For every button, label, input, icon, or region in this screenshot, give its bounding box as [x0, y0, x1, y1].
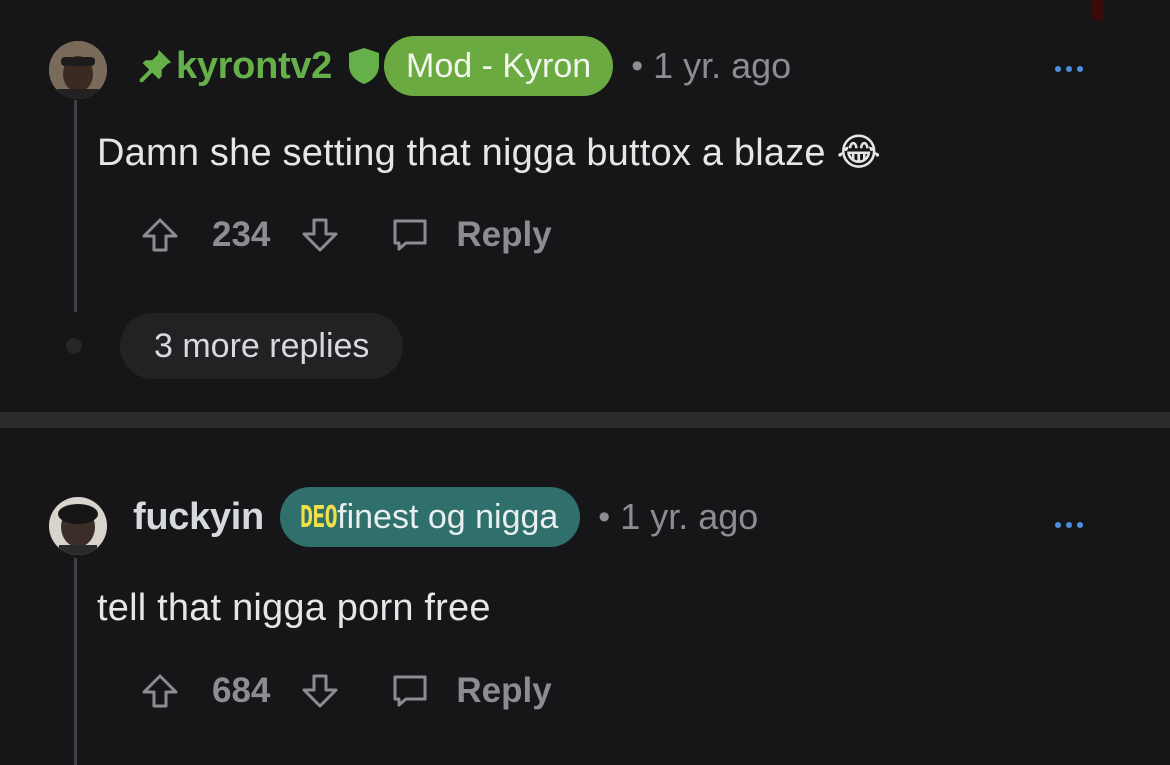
comment-header: fuckyin DEO finest og nigga • 1 yr. ago — [133, 487, 758, 547]
timestamp: 1 yr. ago — [620, 496, 759, 537]
more-replies-button[interactable]: 3 more replies — [120, 313, 404, 379]
comment-body: tell that nigga porn free — [97, 587, 491, 629]
comment-bubble-icon[interactable] — [390, 671, 430, 711]
timestamp: 1 yr. ago — [653, 45, 792, 86]
overflow-menu-icon[interactable] — [1055, 522, 1083, 528]
mod-shield-icon — [349, 48, 380, 84]
username[interactable]: fuckyin — [133, 496, 264, 539]
flair-badge: DEO — [299, 499, 338, 535]
overflow-menu-icon[interactable] — [1055, 66, 1083, 72]
upvote-icon[interactable] — [140, 671, 180, 711]
vote-score: 684 — [212, 671, 271, 710]
comment-body: Damn she setting that nigga buttox a bla… — [97, 132, 882, 174]
reply-button[interactable]: Reply — [456, 671, 551, 711]
comment-bubble-icon[interactable] — [390, 215, 430, 255]
user-flair: DEO finest og nigga — [279, 487, 581, 547]
avatar[interactable] — [49, 41, 107, 99]
vote-score: 234 — [212, 215, 271, 254]
user-flair: Mod - Kyron — [384, 36, 614, 96]
comment-1: kyrontv2 Mod - Kyron • 1 yr. ago Damn sh… — [0, 0, 1170, 412]
thread-line — [74, 100, 77, 312]
username[interactable]: kyrontv2 — [176, 45, 332, 88]
thread-node-dot — [66, 338, 82, 354]
downvote-icon[interactable] — [300, 671, 340, 711]
reply-button[interactable]: Reply — [456, 215, 551, 255]
comment-actions: 684 Reply — [140, 666, 552, 716]
comment-divider — [0, 412, 1170, 428]
thread-line — [74, 558, 77, 765]
comment-2: fuckyin DEO finest og nigga • 1 yr. ago … — [0, 428, 1170, 765]
flair-text: finest og nigga — [337, 497, 559, 536]
pin-icon — [139, 49, 172, 83]
upvote-icon[interactable] — [140, 215, 180, 255]
avatar[interactable] — [49, 497, 107, 555]
separator-dot: • — [598, 497, 611, 536]
downvote-icon[interactable] — [300, 215, 340, 255]
comment-header: kyrontv2 Mod - Kyron • 1 yr. ago — [136, 36, 791, 96]
avatar-image — [49, 497, 107, 555]
comment-thread: kyrontv2 Mod - Kyron • 1 yr. ago Damn sh… — [0, 0, 1170, 765]
comment-actions: 234 Reply — [140, 210, 552, 260]
avatar-image — [49, 41, 107, 99]
separator-dot: • — [631, 46, 644, 85]
